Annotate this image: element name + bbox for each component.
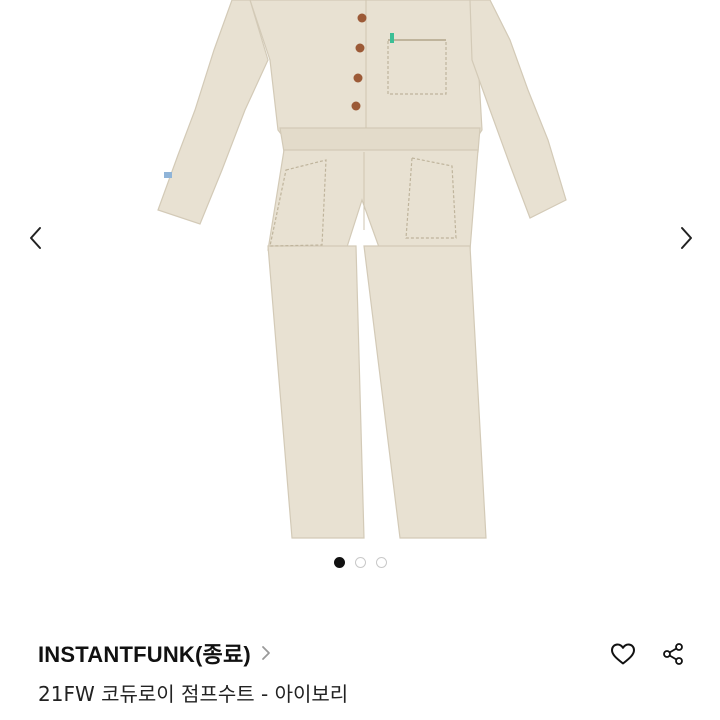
chevron-right-icon [681, 227, 692, 249]
brand-link[interactable]: INSTANTFUNK(종료) [38, 638, 271, 668]
product-title: 21FW 코듀로이 점프수트 - 아이보리 [38, 682, 349, 706]
heart-icon [611, 643, 635, 665]
pagination-dot[interactable] [354, 557, 366, 568]
brand-name: INSTANTFUNK(종료) [38, 642, 251, 667]
previous-image-button[interactable] [14, 212, 58, 264]
gallery-pagination [0, 557, 720, 571]
share-button[interactable] [658, 639, 688, 669]
next-image-button[interactable] [664, 212, 708, 264]
chevron-right-icon [261, 645, 271, 661]
share-icon [663, 643, 683, 665]
image-gallery[interactable] [0, 0, 720, 590]
like-button[interactable] [608, 639, 638, 669]
product-actions [608, 638, 688, 670]
product-image [157, 0, 567, 539]
chevron-left-icon [30, 227, 41, 249]
pagination-dot[interactable] [375, 557, 387, 568]
pagination-dot[interactable] [333, 557, 345, 568]
